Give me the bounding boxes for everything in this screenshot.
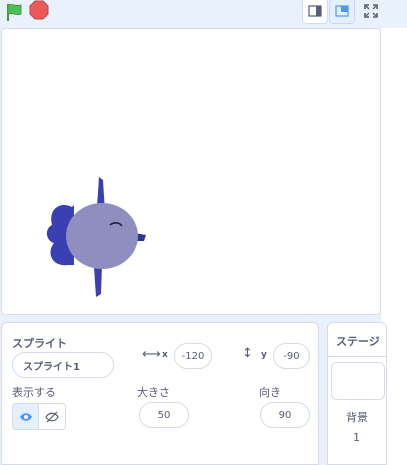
scratch-stage-area: スプライト スプライト1 ⟷ x -120 ↕ y -90 表示する 大きさ 5…: [0, 0, 407, 465]
direction-field[interactable]: 90: [260, 402, 310, 428]
fullscreen-button[interactable]: [361, 0, 381, 22]
hide-button[interactable]: [39, 403, 66, 430]
size-field[interactable]: 50: [139, 402, 189, 428]
size-label: 大きさ: [137, 386, 170, 399]
fullscreen-icon: [364, 4, 378, 18]
sprite-sunfish[interactable]: [2, 29, 381, 315]
y-field[interactable]: -90: [273, 343, 310, 369]
stage-panel-title: ステージ: [336, 335, 380, 348]
green-flag-icon[interactable]: [4, 2, 24, 22]
visibility-toggle: [12, 403, 66, 430]
stage-panel-header: ステージ: [328, 323, 386, 357]
x-label: x: [162, 350, 168, 360]
eye-slash-icon: [45, 411, 59, 422]
backdrop-label: 背景: [346, 411, 368, 424]
sprite-info-panel: スプライト スプライト1 ⟷ x -120 ↕ y -90 表示する 大きさ 5…: [1, 322, 319, 465]
show-label: 表示する: [12, 386, 56, 399]
eye-icon: [19, 412, 32, 421]
y-label: y: [261, 350, 267, 360]
small-stage-icon: [308, 5, 322, 17]
large-stage-icon: [335, 5, 349, 17]
stage-target-panel[interactable]: ステージ 背景 1: [327, 322, 387, 465]
small-stage-button[interactable]: [302, 0, 328, 24]
stage-thumbnail[interactable]: [331, 362, 385, 400]
x-field[interactable]: -120: [174, 343, 212, 369]
sprite-section-title: スプライト: [12, 337, 67, 350]
vertical-arrows-icon: ↕: [242, 346, 253, 361]
stage-header: [0, 0, 380, 28]
large-stage-button[interactable]: [329, 0, 355, 24]
show-button[interactable]: [12, 403, 39, 430]
direction-label: 向き: [259, 386, 281, 399]
sprite-name-field[interactable]: スプライト1: [12, 352, 114, 378]
backdrop-count: 1: [353, 431, 360, 444]
stage-canvas[interactable]: [1, 28, 381, 315]
horizontal-arrows-icon: ⟷: [142, 347, 161, 362]
stop-icon[interactable]: [29, 0, 49, 20]
